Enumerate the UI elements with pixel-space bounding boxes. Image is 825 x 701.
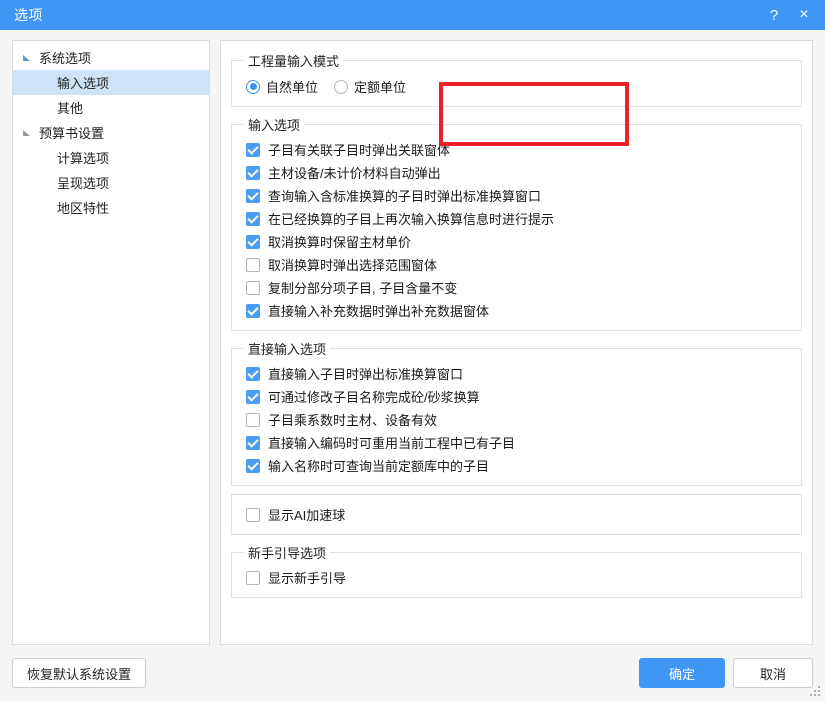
checkbox-unchecked-icon[interactable] bbox=[246, 507, 260, 522]
checkbox-label: 可通过修改子目名称完成砼/砂浆换算 bbox=[268, 390, 480, 405]
help-icon[interactable]: ? bbox=[759, 0, 789, 30]
sidebar-item-label: 地区特性 bbox=[57, 201, 110, 216]
checkbox-row-2[interactable]: 查询输入含标准换算的子目时弹出标准换算窗口 bbox=[242, 184, 791, 207]
close-icon[interactable]: × bbox=[789, 0, 819, 30]
checkbox-checked-icon[interactable] bbox=[246, 142, 260, 157]
checkbox-label: 复制分部分项子目, 子目含量不变 bbox=[268, 281, 458, 296]
restore-defaults-button[interactable]: 恢复默认系统设置 bbox=[12, 658, 147, 688]
checkbox-label: 显示AI加速球 bbox=[268, 508, 346, 523]
sidebar-item-label: 系统选项 bbox=[39, 51, 92, 66]
radio-option-1[interactable]: 定额单位 bbox=[334, 77, 406, 96]
group-legend: 工程量输入模式 bbox=[248, 54, 340, 69]
window-title: 选项 bbox=[14, 7, 43, 23]
checkbox-checked-icon[interactable] bbox=[246, 366, 260, 381]
radio-group: 自然单位 定额单位 bbox=[242, 74, 791, 98]
sidebar-item-6[interactable]: 地区特性 bbox=[13, 195, 209, 220]
checkbox-unchecked-icon[interactable] bbox=[246, 257, 260, 272]
sidebar-item-label: 其他 bbox=[57, 101, 84, 116]
dialog-body: 系统选项 输入选项 其他 预算书设置 计算选项 呈现选项 地区特性 工程量输入模式 自然单位定… bbox=[0, 30, 825, 645]
checkbox-checked-icon[interactable] bbox=[246, 435, 260, 450]
checkbox-unchecked-icon[interactable] bbox=[246, 412, 260, 427]
group-direct-input-options: 直接输入选项直接输入子目时弹出标准换算窗口可通过修改子目名称完成砼/砂浆换算 子目… bbox=[231, 339, 802, 486]
sidebar-item-label: 输入选项 bbox=[57, 76, 110, 91]
checkbox-checked-icon[interactable] bbox=[246, 211, 260, 226]
settings-tree: 系统选项输入选项其他预算书设置计算选项呈现选项地区特性 bbox=[12, 40, 210, 645]
sidebar-item-label: 预算书设置 bbox=[39, 126, 105, 141]
checkbox-row-0[interactable]: 显示AI加速球 bbox=[242, 503, 791, 526]
group-ai-ball-options: 显示AI加速球 bbox=[231, 494, 802, 535]
radio-unselected-icon[interactable] bbox=[334, 79, 349, 94]
sidebar-item-label: 计算选项 bbox=[57, 151, 110, 166]
checkbox-row-2[interactable]: 子目乘系数时主材、设备有效 bbox=[242, 408, 791, 431]
group-quantity-input-mode: 工程量输入模式 自然单位 定额单位 bbox=[231, 51, 802, 107]
checkbox-row-5[interactable]: 取消换算时弹出选择范围窗体 bbox=[242, 253, 791, 276]
radio-selected-icon[interactable] bbox=[246, 79, 260, 94]
checkbox-checked-icon[interactable] bbox=[246, 234, 260, 249]
resize-grip-icon[interactable] bbox=[810, 686, 822, 698]
checkbox-label: 取消换算时弹出选择范围窗体 bbox=[268, 258, 438, 273]
checkbox-row-1[interactable]: 可通过修改子目名称完成砼/砂浆换算 bbox=[242, 385, 791, 408]
group-legend: 新手引导选项 bbox=[248, 546, 327, 561]
expand-arrow-icon[interactable] bbox=[19, 125, 35, 141]
checkbox-checked-icon[interactable] bbox=[246, 303, 260, 318]
checkbox-label: 取消换算时保留主材单价 bbox=[268, 235, 412, 250]
options-dialog: 选项 ? × 系统选项 输入选项 其他 预算书设置 计算选项 呈现选项 地区特性 工程量输入… bbox=[0, 0, 825, 701]
checkbox-label: 直接输入子目时弹出标准换算窗口 bbox=[268, 367, 464, 382]
checkbox-row-3[interactable]: 直接输入编码时可重用当前工程中已有子目 bbox=[242, 431, 791, 454]
checkbox-row-3[interactable]: 在已经换算的子目上再次输入换算信息时进行提示 bbox=[242, 207, 791, 230]
radio-option-label: 定额单位 bbox=[354, 80, 407, 95]
sidebar-item-label: 呈现选项 bbox=[57, 176, 110, 191]
checkbox-row-4[interactable]: 取消换算时保留主材单价 bbox=[242, 230, 791, 253]
radio-option-0[interactable]: 自然单位 bbox=[246, 77, 318, 96]
sidebar-item-2[interactable]: 其他 bbox=[13, 95, 209, 120]
radio-option-label: 自然单位 bbox=[266, 80, 319, 95]
group-beginner-guide-options: 新手引导选项显示新手引导 bbox=[231, 543, 802, 598]
checkbox-row-1[interactable]: 主材设备/未计价材料自动弹出 bbox=[242, 161, 791, 184]
checkbox-label: 子目乘系数时主材、设备有效 bbox=[268, 413, 438, 428]
expand-arrow-icon-active[interactable] bbox=[19, 50, 35, 66]
checkbox-row-0[interactable]: 显示新手引导 bbox=[242, 566, 791, 589]
footer-action-buttons: 确定 取消 bbox=[639, 658, 813, 688]
checkbox-label: 主材设备/未计价材料自动弹出 bbox=[268, 166, 441, 181]
checkbox-label: 直接输入编码时可重用当前工程中已有子目 bbox=[268, 436, 516, 451]
checkbox-row-4[interactable]: 输入名称时可查询当前定额库中的子目 bbox=[242, 454, 791, 477]
checkbox-checked-icon[interactable] bbox=[246, 389, 260, 404]
dialog-footer: 恢复默认系统设置 确定 取消 bbox=[0, 645, 825, 701]
checkbox-row-0[interactable]: 子目有关联子目时弹出关联窗体 bbox=[242, 138, 791, 161]
sidebar-item-0[interactable]: 系统选项 bbox=[13, 45, 209, 70]
checkbox-label: 查询输入含标准换算的子目时弹出标准换算窗口 bbox=[268, 189, 542, 204]
sidebar-item-1[interactable]: 输入选项 bbox=[13, 70, 209, 95]
group-legend: 输入选项 bbox=[248, 118, 301, 133]
checkbox-label: 显示新手引导 bbox=[268, 571, 347, 586]
checkbox-label: 在已经换算的子目上再次输入换算信息时进行提示 bbox=[268, 212, 555, 227]
settings-panel: 工程量输入模式 自然单位 定额单位输入选项子目有关联子目时弹出关联窗体 主材设备/未计… bbox=[220, 40, 813, 645]
group-legend: 直接输入选项 bbox=[248, 342, 327, 357]
title-bar-buttons: ? × bbox=[759, 0, 825, 30]
checkbox-checked-icon[interactable] bbox=[246, 458, 260, 473]
checkbox-unchecked-icon[interactable] bbox=[246, 280, 260, 295]
cancel-button[interactable]: 取消 bbox=[733, 658, 813, 688]
sidebar-item-5[interactable]: 呈现选项 bbox=[13, 170, 209, 195]
checkbox-label: 输入名称时可查询当前定额库中的子目 bbox=[268, 459, 490, 474]
sidebar-item-3[interactable]: 预算书设置 bbox=[13, 120, 209, 145]
group-input-options: 输入选项子目有关联子目时弹出关联窗体 主材设备/未计价材料自动弹出查询输入含标准换… bbox=[231, 115, 802, 331]
sidebar-item-4[interactable]: 计算选项 bbox=[13, 145, 209, 170]
checkbox-row-0[interactable]: 直接输入子目时弹出标准换算窗口 bbox=[242, 362, 791, 385]
checkbox-unchecked-icon[interactable] bbox=[246, 570, 260, 585]
checkbox-label: 子目有关联子目时弹出关联窗体 bbox=[268, 143, 451, 158]
title-bar: 选项 ? × bbox=[0, 0, 825, 30]
checkbox-row-6[interactable]: 复制分部分项子目, 子目含量不变 bbox=[242, 276, 791, 299]
checkbox-label: 直接输入补充数据时弹出补充数据窗体 bbox=[268, 304, 490, 319]
checkbox-row-7[interactable]: 直接输入补充数据时弹出补充数据窗体 bbox=[242, 299, 791, 322]
checkbox-checked-icon[interactable] bbox=[246, 165, 260, 180]
ok-button[interactable]: 确定 bbox=[639, 658, 725, 688]
checkbox-checked-icon[interactable] bbox=[246, 188, 260, 203]
